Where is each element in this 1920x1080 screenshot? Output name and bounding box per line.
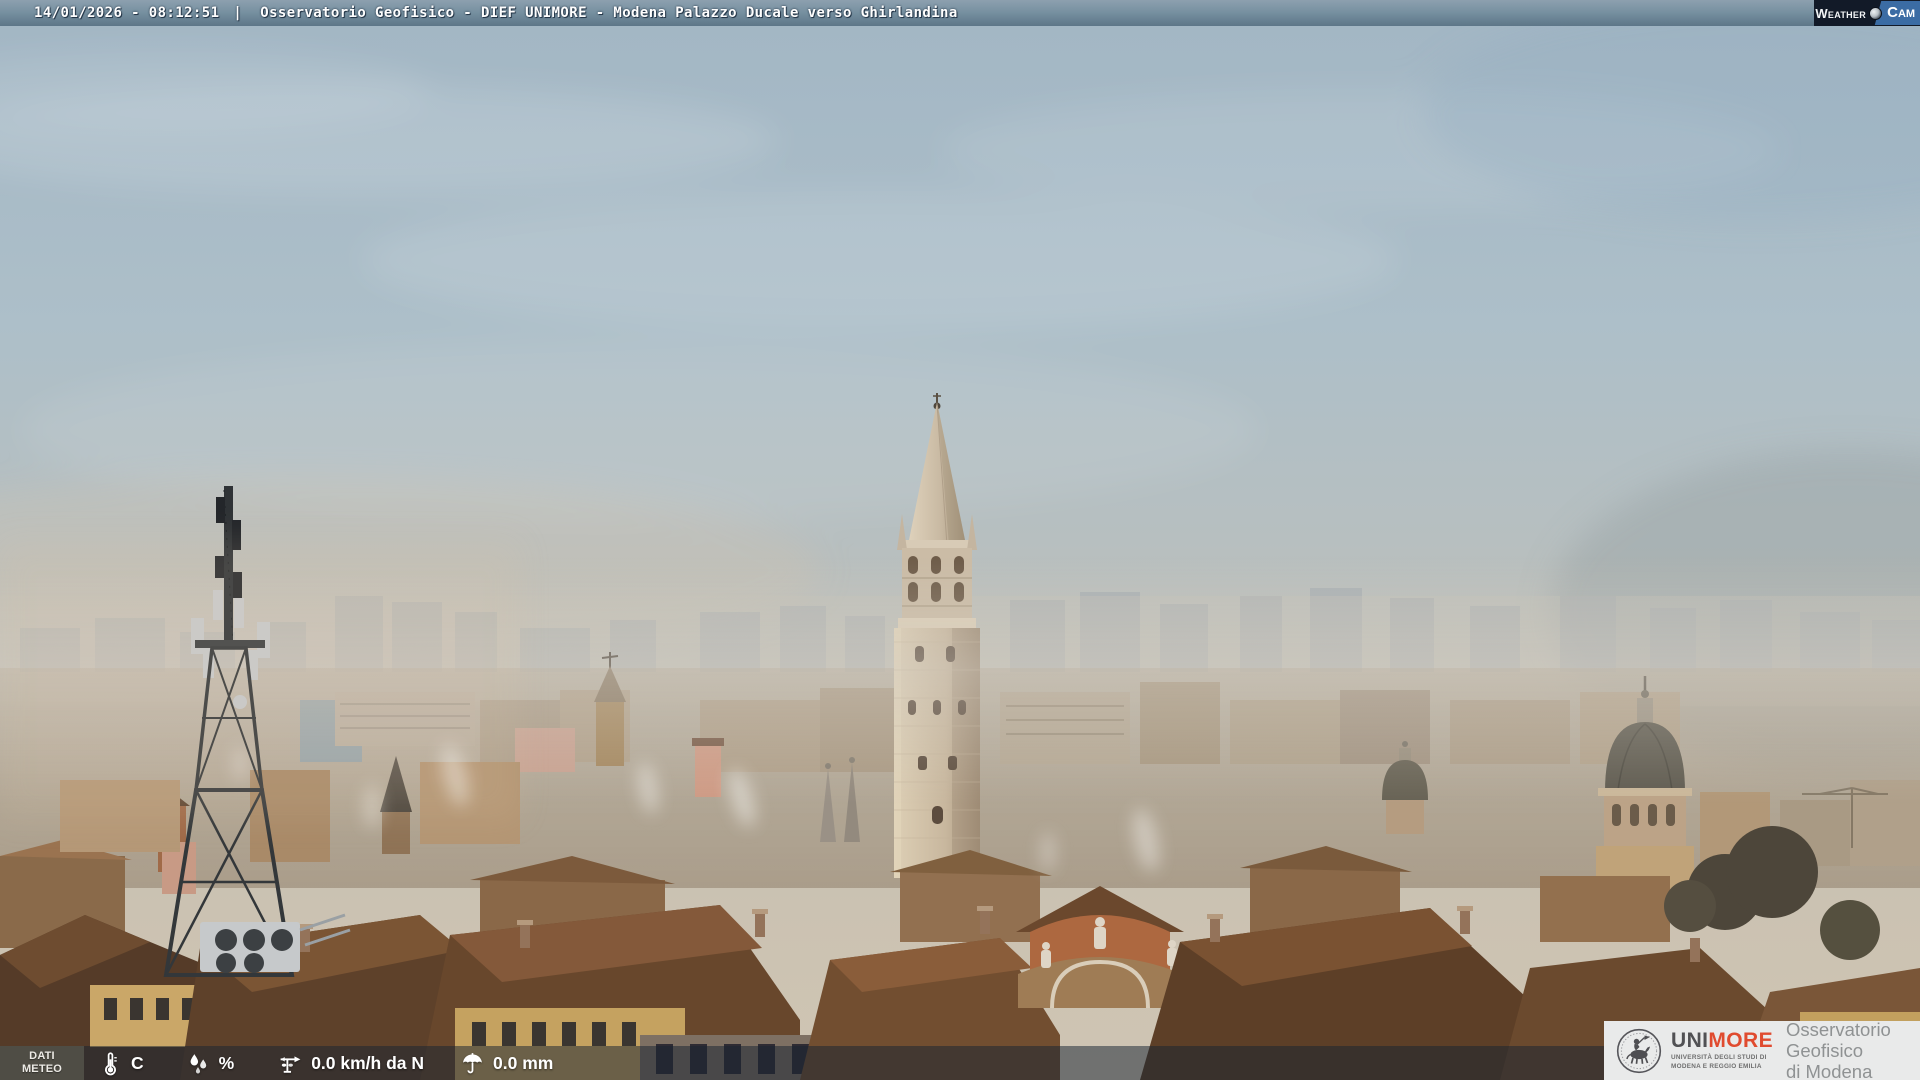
humidity-unit: % (218, 1052, 235, 1073)
wind-vane-icon (280, 1055, 301, 1073)
temperature-readout: C (98, 1051, 144, 1076)
rain-value: 0.0 mm (493, 1052, 554, 1073)
unimore-more-text: MORE (1708, 1028, 1773, 1052)
header-bar: 14/01/2026 - 08:12:51 | Osservatorio Geo… (0, 0, 1920, 26)
webcam-photo (0, 0, 1920, 1080)
camera-lens-icon (1869, 6, 1883, 20)
umbrella-icon (463, 1052, 482, 1073)
wind-readout: 0.0 km/h da N (278, 1051, 424, 1076)
unimore-uni-text: UNI (1671, 1028, 1709, 1052)
header-text: 14/01/2026 - 08:12:51 | Osservatorio Geo… (0, 5, 958, 21)
observatory-title: Osservatorio Geofisico di Modena (1786, 1019, 1912, 1080)
wind-value: 0.0 km/h da N (311, 1052, 425, 1073)
humidity-readout: % (186, 1051, 235, 1076)
weathercam-weather-label: Weather (1815, 5, 1867, 21)
unimore-wordmark: UNIMORE UNIVERSITÀ DEGLI STUDI DI MODENA… (1671, 1030, 1773, 1071)
observatory-title-line1: Osservatorio Geofisico (1785, 1018, 1891, 1061)
dati-meteo-line1: DATI (29, 1050, 55, 1063)
temperature-unit: C (131, 1052, 144, 1073)
humidity-drops-icon (190, 1053, 206, 1073)
unimore-crest-logo (1616, 1028, 1662, 1073)
dati-meteo-line2: METEO (21, 1063, 63, 1075)
observatory-title-line2: di Modena (1785, 1061, 1873, 1080)
header-separator: | (233, 5, 243, 21)
university-name-line2: MODENA E REGGIO EMILIA (1671, 1062, 1762, 1070)
rain-readout: 0.0 mm (460, 1051, 553, 1076)
webcam-page: 14/01/2026 - 08:12:51 | Osservatorio Geo… (0, 0, 1920, 1080)
weathercam-cam-label: Cam (1887, 4, 1916, 21)
timestamp: 14/01/2026 - 08:12:51 (34, 5, 220, 21)
dati-meteo-label: DATI METEO (0, 1046, 84, 1080)
university-name-line1: UNIVERSITÀ DEGLI STUDI DI (1671, 1053, 1767, 1061)
unimore-branding: UNIMORE UNIVERSITÀ DEGLI STUDI DI MODENA… (1604, 1019, 1920, 1080)
page-title: Osservatorio Geofisico - DIEF UNIMORE - … (260, 5, 958, 21)
weathercam-logo: Weather Cam (1814, 0, 1920, 26)
thermometer-icon (105, 1051, 117, 1075)
